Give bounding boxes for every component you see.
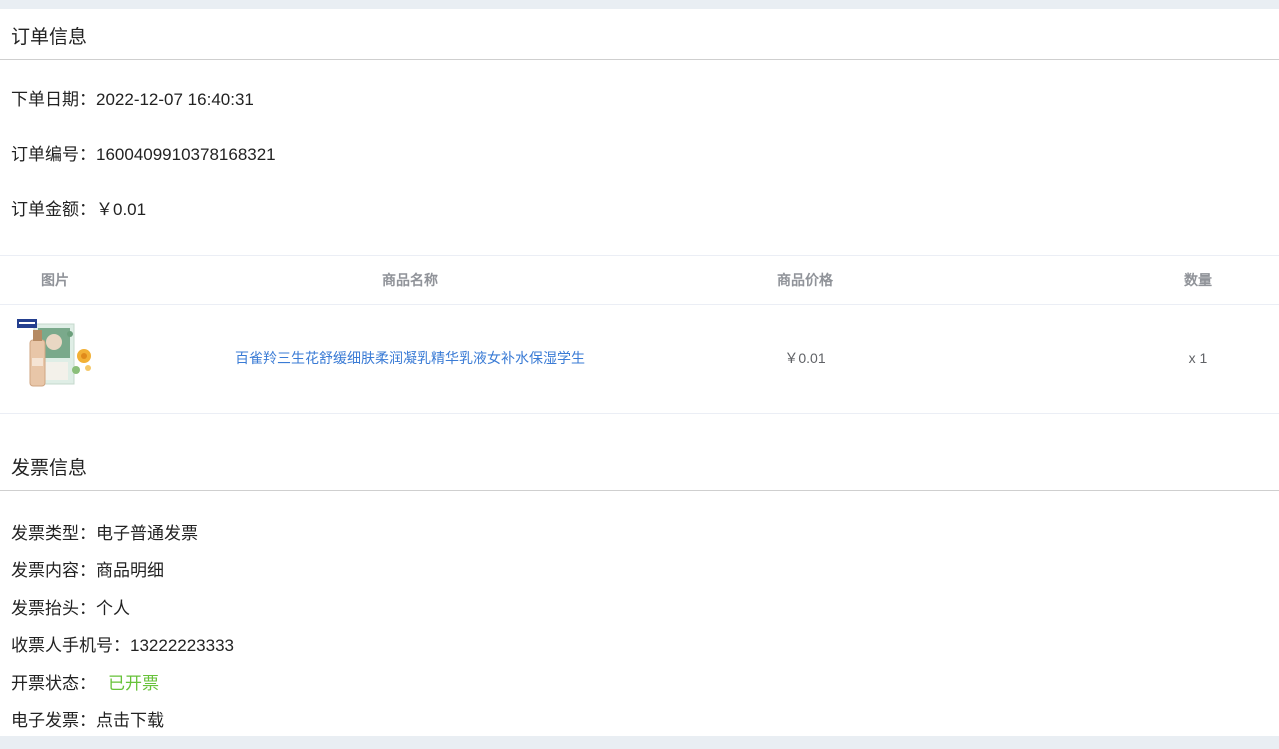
invoice-download-line: 电子发票：点击下载 <box>11 706 164 731</box>
invoice-phone-line: 收票人手机号：13222223333 <box>11 631 234 656</box>
order-amount-line: 订单金额：￥0.01 <box>11 195 146 220</box>
invoice-status-label: 开票状态： <box>11 674 96 693</box>
table-header-row: 图片 商品名称 商品价格 数量 <box>0 255 1279 305</box>
invoice-phone-value: 13222223333 <box>130 636 235 655</box>
order-number-line: 订单编号：1600409910378168321 <box>11 140 276 165</box>
invoice-content-value: 商品明细 <box>96 561 164 580</box>
column-header-image: 图片 <box>41 272 69 288</box>
order-title-divider <box>0 59 1279 60</box>
invoice-download-link[interactable]: 点击下载 <box>96 711 164 730</box>
product-thumbnail[interactable] <box>14 318 96 390</box>
column-header-price: 商品价格 <box>777 272 833 288</box>
invoice-title-divider <box>0 490 1279 491</box>
order-date-value: 2022-12-07 16:40:31 <box>96 90 254 109</box>
products-table: 图片 商品名称 商品价格 数量 百雀羚三生花舒缓细肤柔润凝乳精华乳液女补水保湿学… <box>0 255 1279 415</box>
invoice-type-label: 发票类型： <box>11 524 96 543</box>
invoice-download-label: 电子发票： <box>11 711 96 730</box>
order-date-line: 下单日期：2022-12-07 16:40:31 <box>11 85 254 110</box>
product-quantity: x 1 <box>1188 350 1208 366</box>
table-row: 百雀羚三生花舒缓细肤柔润凝乳精华乳液女补水保湿学生 ￥0.01 x 1 <box>0 305 1279 414</box>
invoice-type-line: 发票类型：电子普通发票 <box>11 519 198 544</box>
invoice-header-line: 发票抬头：个人 <box>11 594 130 619</box>
order-date-label: 下单日期： <box>11 90 96 109</box>
order-amount-value: ￥0.01 <box>96 200 147 219</box>
invoice-header-label: 发票抬头： <box>11 599 96 618</box>
column-header-quantity: 数量 <box>1184 272 1212 288</box>
invoice-info-title: 发票信息 <box>11 458 88 479</box>
order-number-value: 1600409910378168321 <box>96 145 276 164</box>
invoice-header-value: 个人 <box>96 599 130 618</box>
order-number-label: 订单编号： <box>11 145 96 164</box>
order-amount-label: 订单金额： <box>11 200 96 219</box>
order-detail-panel: 订单信息 下单日期：2022-12-07 16:40:31 订单编号：16004… <box>0 9 1279 736</box>
invoice-type-value: 电子普通发票 <box>96 524 198 543</box>
invoice-phone-label: 收票人手机号： <box>11 636 130 655</box>
invoice-content-line: 发票内容：商品明细 <box>11 556 164 581</box>
invoice-status-value: 已开票 <box>108 674 159 693</box>
invoice-content-label: 发票内容： <box>11 561 96 580</box>
product-name-link[interactable]: 百雀羚三生花舒缓细肤柔润凝乳精华乳液女补水保湿学生 <box>210 305 610 411</box>
order-info-title: 订单信息 <box>11 27 88 48</box>
column-header-name: 商品名称 <box>382 272 438 288</box>
product-price: ￥0.01 <box>784 350 826 366</box>
invoice-status-line: 开票状态： 已开票 <box>11 669 159 694</box>
